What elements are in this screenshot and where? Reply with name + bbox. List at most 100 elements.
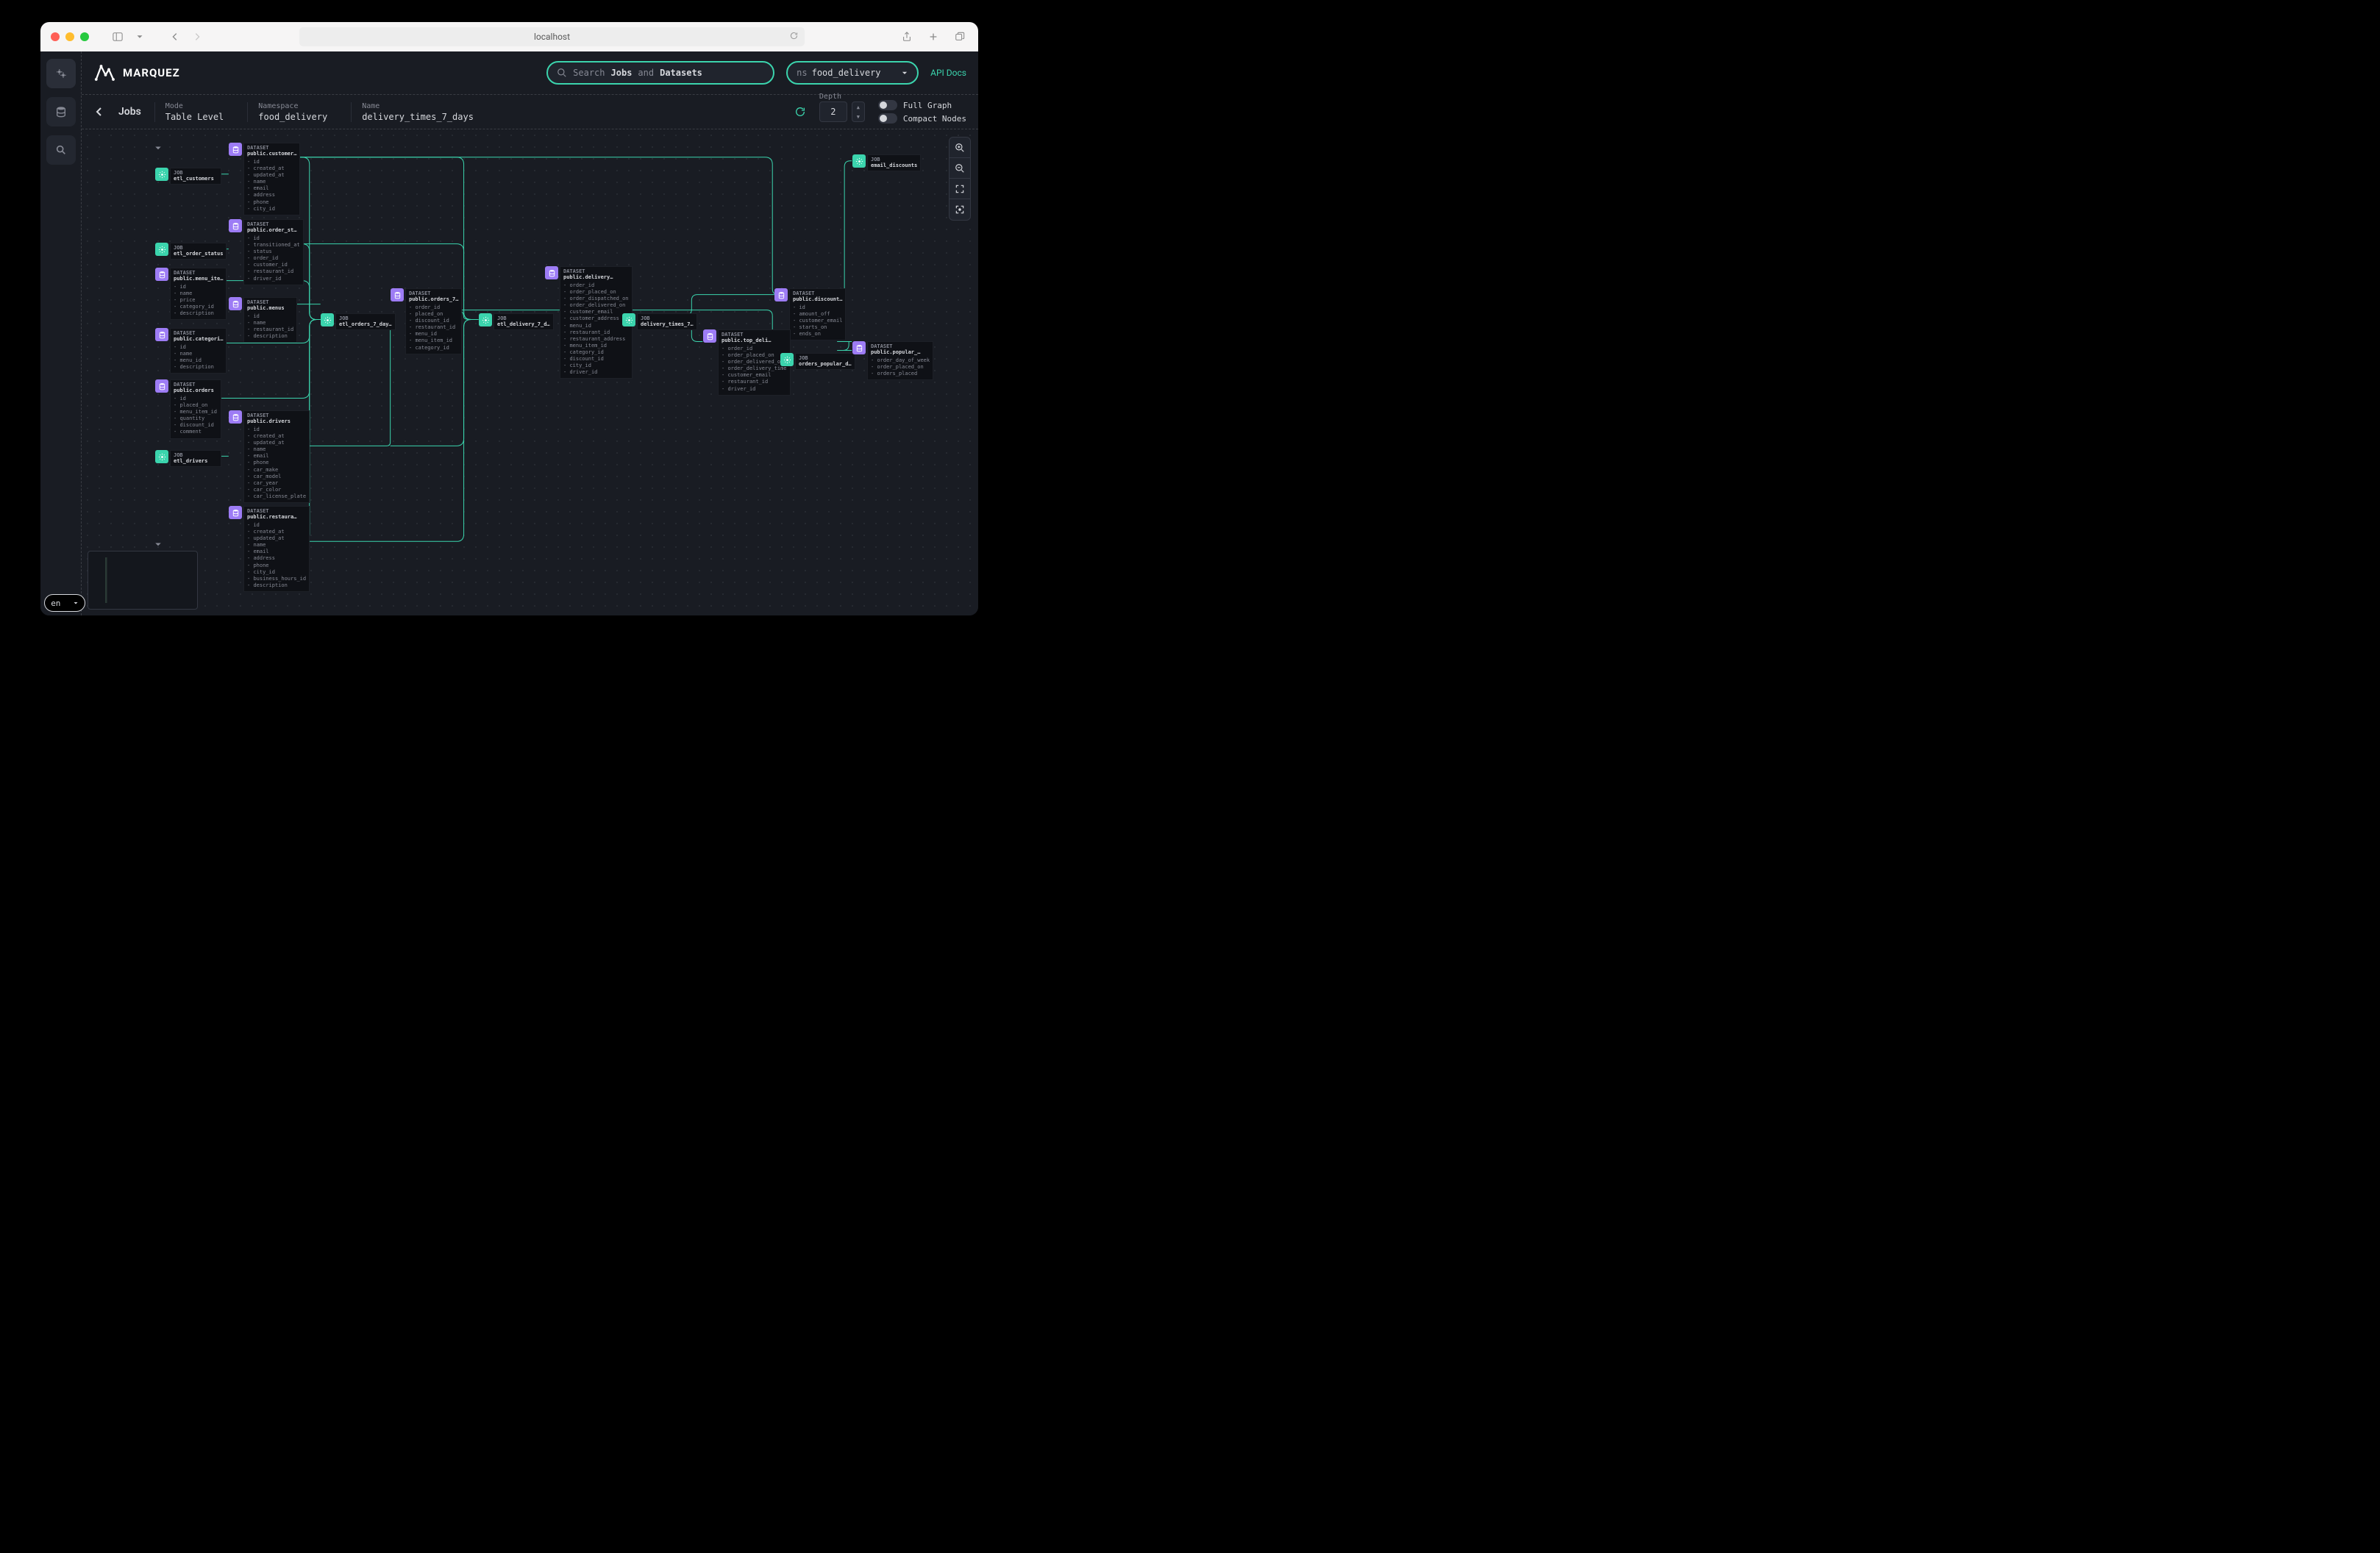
node-type: JOB <box>497 315 550 321</box>
node-type: JOB <box>871 157 917 163</box>
refresh-button[interactable] <box>794 106 806 118</box>
field-item: car_make <box>247 467 306 474</box>
fit-screen-button[interactable] <box>949 179 970 199</box>
field-item: address <box>247 555 306 562</box>
zoom-out-button[interactable] <box>949 158 970 179</box>
field-item: email <box>247 185 296 192</box>
field-item: description <box>174 310 223 317</box>
dataset-node[interactable]: DATASET public.top_deli… order_idorder_p… <box>703 329 791 396</box>
field-item: customer_email <box>793 318 842 324</box>
search-icon <box>557 68 567 78</box>
dataset-node[interactable]: DATASET public.order_st… idtransitioned_… <box>229 219 304 285</box>
language-selector[interactable]: en <box>44 594 85 612</box>
node-type: DATASET <box>247 145 296 151</box>
compact-nodes-toggle[interactable] <box>878 113 897 124</box>
field-item: name <box>174 351 223 357</box>
minimize-window-icon[interactable] <box>65 32 74 41</box>
database-icon <box>229 219 242 232</box>
zoom-in-button[interactable] <box>949 138 970 158</box>
depth-input[interactable] <box>819 101 847 122</box>
node-type: DATASET <box>563 268 629 274</box>
dataset-node[interactable]: DATASET public.popular_… order_day_of_we… <box>852 341 933 380</box>
field-item: city_id <box>247 206 296 213</box>
minimap[interactable] <box>88 551 198 610</box>
job-node[interactable]: JOB email_discounts <box>852 154 921 171</box>
api-docs-link[interactable]: API Docs <box>930 68 966 78</box>
database-icon <box>55 106 67 118</box>
field-item: car_year <box>247 480 306 487</box>
field-item: menu_item_id <box>563 343 629 349</box>
field-item: id <box>174 284 223 290</box>
field-item: name <box>174 290 223 297</box>
rail-search-button[interactable] <box>46 135 76 165</box>
job-node[interactable]: JOB etl_customers <box>155 168 221 185</box>
database-icon <box>545 266 558 279</box>
job-node[interactable]: JOB etl_order_status <box>155 243 227 260</box>
field-item: updated_at <box>247 535 306 542</box>
job-node[interactable]: JOB delivery_times_7… <box>622 313 697 330</box>
collapse-chevron-icon[interactable] <box>154 538 163 551</box>
back-icon[interactable] <box>167 29 183 45</box>
lineage-canvas[interactable]: JOB etl_customers JOB etl_order_status J… <box>82 129 978 615</box>
node-name: etl_order_status <box>174 251 223 257</box>
back-button[interactable] <box>93 106 105 118</box>
field-item: discount_id <box>409 318 458 324</box>
field-item: phone <box>247 563 306 569</box>
field-item: menu_item_id <box>409 338 458 344</box>
rail-datasets-button[interactable] <box>46 97 76 126</box>
job-node[interactable]: JOB orders_popular_d… <box>780 353 855 370</box>
full-graph-toggle[interactable] <box>878 100 897 110</box>
dataset-node[interactable]: DATASET public.delivery… order_idorder_p… <box>545 266 633 379</box>
dataset-node[interactable]: DATASET public.customer… idcreated_atupd… <box>229 143 300 215</box>
node-name: public.orders_7… <box>409 296 458 302</box>
job-node[interactable]: JOB etl_orders_7_day… <box>321 313 396 330</box>
database-icon <box>155 268 168 281</box>
depth-stepper[interactable]: ▲▼ <box>852 101 865 122</box>
node-name: public.menus <box>247 305 293 311</box>
job-node[interactable]: JOB etl_drivers <box>155 450 221 467</box>
dataset-node[interactable]: DATASET public.orders idplaced_onmenu_it… <box>155 379 221 439</box>
maximize-window-icon[interactable] <box>80 32 89 41</box>
chevron-down-icon <box>901 69 908 76</box>
left-rail <box>40 51 82 615</box>
field-item: phone <box>247 460 306 466</box>
dataset-node[interactable]: DATASET public.menus idnamerestaurant_id… <box>229 297 297 343</box>
new-tab-icon[interactable] <box>925 29 941 45</box>
node-type: DATASET <box>174 270 223 276</box>
reload-icon[interactable] <box>789 31 799 43</box>
sidebar-toggle-icon[interactable] <box>110 29 126 45</box>
field-item: discount_id <box>174 422 218 429</box>
share-icon[interactable] <box>899 29 915 45</box>
logo[interactable]: MARQUEZ <box>93 62 180 84</box>
node-name: etl_delivery_7_d… <box>497 321 550 327</box>
job-icon <box>622 313 635 326</box>
search-input[interactable]: Search Jobs and Datasets <box>546 61 774 85</box>
close-window-icon[interactable] <box>51 32 60 41</box>
tabs-icon[interactable] <box>952 29 968 45</box>
dataset-node[interactable]: DATASET public.categori… idnamemenu_idde… <box>155 328 227 374</box>
field-item: order_placed_on <box>722 352 787 359</box>
dataset-node[interactable]: DATASET public.drivers idcreated_atupdat… <box>229 410 310 503</box>
url-bar[interactable]: localhost <box>299 27 805 46</box>
forward-icon[interactable] <box>189 29 205 45</box>
center-button[interactable] <box>949 199 970 220</box>
namespace-selector[interactable]: nsfood_delivery <box>786 61 919 85</box>
field-item: id <box>174 344 223 351</box>
chevron-down-icon[interactable] <box>132 29 148 45</box>
job-node[interactable]: JOB etl_delivery_7_d… <box>479 313 554 330</box>
page-title: Jobs <box>118 106 141 118</box>
field-item: created_at <box>247 165 296 172</box>
node-name: public.delivery… <box>563 274 629 280</box>
dataset-node[interactable]: DATASET public.orders_7… order_idplaced_… <box>391 288 462 354</box>
collapse-chevron-icon[interactable] <box>154 141 163 155</box>
field-item: address <box>247 192 296 199</box>
field-item: menu_id <box>409 331 458 338</box>
field-item: starts_on <box>793 324 842 331</box>
rail-settings-button[interactable] <box>46 59 76 88</box>
field-item: city_id <box>563 363 629 369</box>
dataset-node[interactable]: DATASET public.menu_ite… idnamepricecate… <box>155 268 227 320</box>
logo-icon <box>93 62 115 84</box>
field-item: discount_id <box>563 356 629 363</box>
node-name: etl_drivers <box>174 458 218 464</box>
dataset-node[interactable]: DATASET public.restaura… idcreated_atupd… <box>229 506 310 592</box>
